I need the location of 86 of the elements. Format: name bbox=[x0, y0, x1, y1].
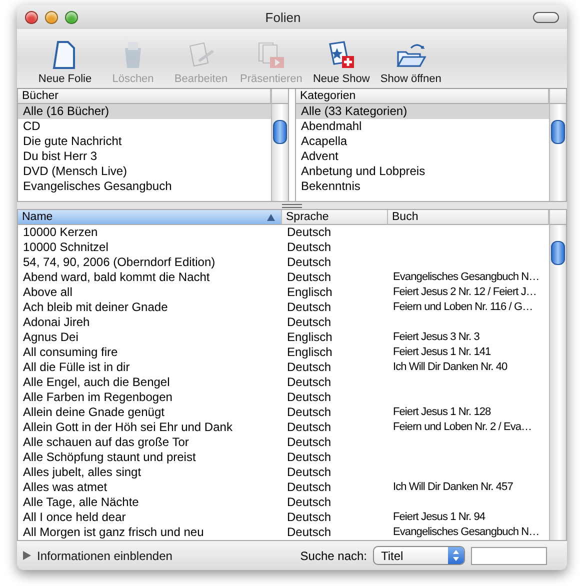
table-cell-text: Alles was atmet bbox=[22, 480, 108, 495]
table-cell-text: All I once held dear bbox=[22, 510, 127, 525]
table-cell-text: Alle Schöpfung staunt und preist bbox=[22, 450, 197, 465]
table-cell-text: Alle schauen auf das große Tor bbox=[22, 435, 190, 450]
table-cell-text: Allein deine Gnade genügt bbox=[22, 405, 166, 420]
table-cell-text: Deutsch bbox=[286, 465, 332, 480]
window-title: Folien bbox=[264, 10, 302, 24]
table-cell-text: All die Fülle ist in dir bbox=[22, 360, 131, 375]
table-cell-text: Englisch bbox=[286, 285, 334, 300]
disclosure-button[interactable]: Informationen einblenden bbox=[23, 548, 172, 562]
table-cell-text: Deutsch bbox=[286, 270, 332, 285]
table-cell-text: Feiert Jesus 3 Nr. 3 bbox=[392, 330, 480, 345]
column-header[interactable]: Buch bbox=[388, 210, 549, 225]
table-cell-text: Deutsch bbox=[286, 495, 332, 510]
star-page-plus-icon bbox=[326, 40, 356, 70]
table-cell-text: Deutsch bbox=[286, 375, 332, 390]
table-cell-text: All Morgen ist ganz frisch und neu bbox=[22, 525, 205, 540]
table-cell-text: Deutsch bbox=[286, 315, 332, 330]
table-cell-text: Deutsch bbox=[286, 360, 332, 375]
table-cell-text: Deutsch bbox=[286, 390, 332, 405]
scrollbar[interactable] bbox=[272, 104, 288, 201]
toolbar-button[interactable]: Neue Folie bbox=[31, 40, 99, 85]
close-button[interactable] bbox=[25, 10, 38, 24]
table-cell-text: Deutsch bbox=[286, 300, 332, 315]
table-cell-text: Feiert Jesus 1 Nr. 128 bbox=[392, 405, 492, 420]
table-cell-text: Alle Farben im Regenbogen bbox=[22, 390, 174, 405]
toolbar-button[interactable]: Show öffnen bbox=[375, 40, 446, 85]
split-handle[interactable] bbox=[17, 201, 567, 210]
scroll-thumb[interactable] bbox=[273, 120, 287, 144]
table-cell-text: Deutsch bbox=[286, 510, 332, 525]
toolbar-toggle-button[interactable] bbox=[533, 12, 559, 22]
table-cell-text: Ich Will Dir Danken Nr. 457 bbox=[392, 480, 514, 495]
table-cell-text: Feiert Jesus 2 Nr. 12 / Feiert J… bbox=[392, 285, 538, 300]
table-cell-text: Evangelisches Gesangbuch N… bbox=[392, 525, 540, 540]
column-header[interactable]: Kategorien bbox=[296, 89, 549, 104]
table-cell-text: Adonai Jireh bbox=[22, 315, 91, 330]
updown-arrows-icon bbox=[453, 550, 459, 561]
table-cell-text: Englisch bbox=[286, 345, 334, 360]
search-field[interactable] bbox=[471, 546, 547, 564]
search-by-dropdown[interactable]: Titel bbox=[373, 546, 465, 565]
minimize-button[interactable] bbox=[45, 10, 58, 24]
table-cell-text: Deutsch bbox=[286, 255, 332, 270]
table-cell-text: Alle Tage, alle Nächte bbox=[22, 495, 140, 510]
table-cell-text: 54, 74, 90, 2006 (Oberndorf Edition) bbox=[22, 255, 216, 270]
table-cell-text: Alle Engel, auch die Bengel bbox=[22, 375, 171, 390]
table-cell-text: Abend ward, bald kommt die Nacht bbox=[22, 270, 211, 285]
list-item[interactable]: Alle (33 Kategorien) bbox=[296, 104, 549, 119]
column-header[interactable]: Name bbox=[18, 210, 282, 225]
table-cell-text: Feiern und Loben Nr. 116 / G… bbox=[392, 300, 534, 315]
table-cell-text: Deutsch bbox=[286, 480, 332, 495]
table-cell-text: Feiert Jesus 1 Nr. 141 bbox=[392, 345, 492, 360]
table-cell-text: 10000 Schnitzel bbox=[22, 240, 110, 255]
column-header[interactable]: Sprache bbox=[282, 210, 388, 225]
scroll-thumb[interactable] bbox=[551, 120, 565, 144]
zoom-button[interactable] bbox=[65, 10, 78, 24]
disclosure-triangle-icon bbox=[23, 551, 31, 560]
table-cell-text: Evangelisches Gesangbuch N… bbox=[392, 270, 540, 285]
column-header[interactable]: Bücher bbox=[18, 89, 271, 104]
table-cell-text: Agnus Dei bbox=[22, 330, 80, 345]
table-cell-text: Deutsch bbox=[286, 525, 332, 540]
table-cell-text: Alles jubelt, alles singt bbox=[22, 465, 142, 480]
scrollbar[interactable] bbox=[550, 225, 566, 540]
sort-ascending-icon bbox=[267, 214, 275, 220]
table-cell-text: 10000 Kerzen bbox=[22, 225, 99, 240]
table-cell-text: Englisch bbox=[286, 330, 334, 345]
table-cell-text: Feiern und Loben Nr. 2 / Eva… bbox=[392, 420, 533, 435]
table-cell-text: Allein Gott in der Höh sei Ehr und Dank bbox=[22, 420, 234, 435]
table-cell-text: Ich Will Dir Danken Nr. 40 bbox=[392, 360, 508, 375]
scrollbar[interactable] bbox=[550, 104, 566, 201]
pages-play-icon bbox=[256, 40, 286, 70]
document-icon bbox=[52, 40, 78, 70]
table-cell-text: Deutsch bbox=[286, 240, 332, 255]
table-cell-text: All consuming fire bbox=[22, 345, 119, 360]
table-cell-text: Deutsch bbox=[286, 420, 332, 435]
table-cell-text: Deutsch bbox=[286, 450, 332, 465]
grip-icon bbox=[282, 204, 302, 208]
table-cell-text: Deutsch bbox=[286, 405, 332, 420]
table-cell-text: Above all bbox=[22, 285, 74, 300]
table-cell-text: Deutsch bbox=[286, 435, 332, 450]
table-cell-text: Ach bleib mit deiner Gnade bbox=[22, 300, 169, 315]
list-item[interactable]: Alle (16 Bücher) bbox=[18, 104, 271, 119]
table-cell-text: Deutsch bbox=[286, 225, 332, 240]
search-label: Suche nach: bbox=[300, 548, 367, 562]
table-cell-text: Feiert Jesus 1 Nr. 94 bbox=[392, 510, 486, 525]
toolbar-button[interactable]: Neue Show bbox=[307, 40, 376, 85]
scroll-thumb[interactable] bbox=[551, 241, 565, 265]
